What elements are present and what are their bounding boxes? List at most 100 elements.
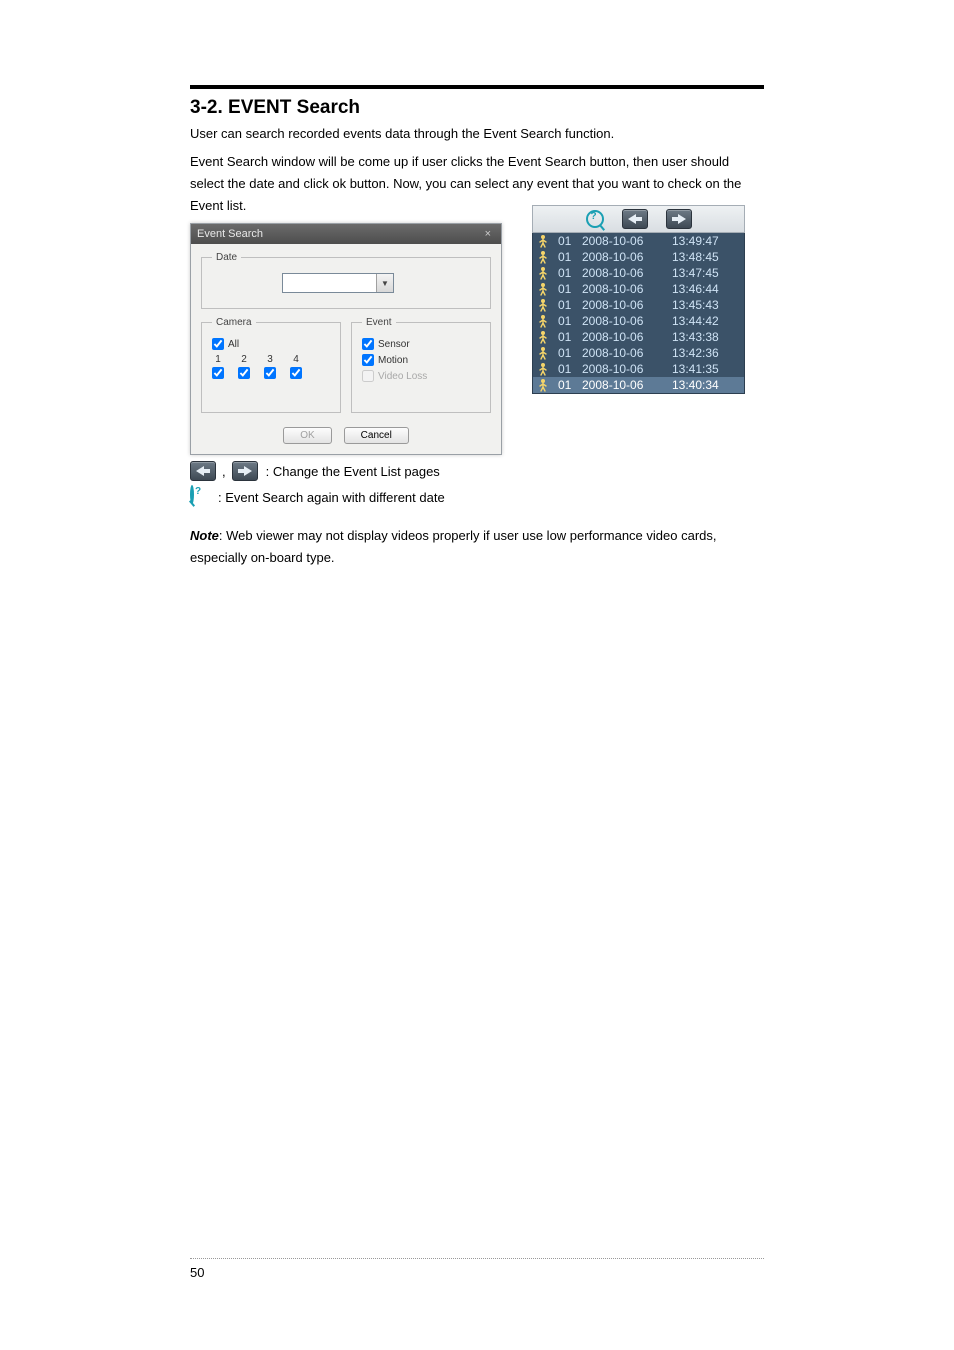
search-again-icon: ? <box>190 487 210 507</box>
event-date: 2008-10-06 <box>582 346 666 360</box>
event-date: 2008-10-06 <box>582 298 666 312</box>
date-legend: Date <box>212 252 241 263</box>
motion-icon <box>538 346 552 360</box>
ok-button[interactable]: OK <box>283 427 331 444</box>
cancel-button[interactable]: Cancel <box>344 427 409 444</box>
event-channel: 01 <box>558 346 576 360</box>
camera-channel-number: 1 <box>212 354 224 365</box>
motion-icon <box>538 266 552 280</box>
prev-page-icon[interactable] <box>622 209 648 229</box>
camera-all-label: All <box>228 339 239 350</box>
event-date: 2008-10-06 <box>582 314 666 328</box>
camera-channel-checkbox[interactable] <box>212 367 224 379</box>
event-channel: 01 <box>558 282 576 296</box>
event-date: 2008-10-06 <box>582 282 666 296</box>
camera-legend: Camera <box>212 317 256 328</box>
event-list-header: ? <box>532 205 745 233</box>
event-list-row[interactable]: 01 2008-10-06 13:40:34 <box>533 377 744 393</box>
camera-channel-checkbox[interactable] <box>290 367 302 379</box>
event-channel: 01 <box>558 298 576 312</box>
event-list-row[interactable]: 01 2008-10-06 13:43:38 <box>533 329 744 345</box>
motion-checkbox[interactable] <box>362 354 374 366</box>
event-channel: 01 <box>558 250 576 264</box>
note-label: Note <box>190 528 219 543</box>
event-list-row[interactable]: 01 2008-10-06 13:42:36 <box>533 345 744 361</box>
camera-channel: 3 <box>264 354 276 382</box>
page-footer: 50 <box>190 1258 764 1280</box>
intro-paragraph-1: User can search recorded events data thr… <box>190 123 764 145</box>
event-time: 13:40:34 <box>672 378 732 392</box>
event-list-row[interactable]: 01 2008-10-06 13:45:43 <box>533 297 744 313</box>
motion-icon <box>538 282 552 296</box>
event-time: 13:46:44 <box>672 282 732 296</box>
motion-icon <box>538 298 552 312</box>
event-legend: Event <box>362 317 396 328</box>
event-channel: 01 <box>558 362 576 376</box>
event-time: 13:45:43 <box>672 298 732 312</box>
legend-search: ? : Event Search again with different da… <box>190 487 764 507</box>
legend-arrows: , : Change the Event List pages <box>190 461 764 481</box>
date-fieldset: Date ▼ <box>201 252 491 309</box>
event-channel: 01 <box>558 378 576 392</box>
date-dropdown[interactable]: ▼ <box>282 273 394 293</box>
motion-icon <box>538 250 552 264</box>
section-title: 3-2. EVENT Search <box>190 97 764 119</box>
motion-label: Motion <box>378 355 408 366</box>
camera-channel-checkbox[interactable] <box>264 367 276 379</box>
event-list-row[interactable]: 01 2008-10-06 13:47:45 <box>533 265 744 281</box>
event-time: 13:41:35 <box>672 362 732 376</box>
camera-channel: 4 <box>290 354 302 382</box>
dialog-title: Event Search <box>197 228 263 240</box>
event-date: 2008-10-06 <box>582 330 666 344</box>
event-time: 13:49:47 <box>672 234 732 248</box>
event-channel: 01 <box>558 330 576 344</box>
search-again-icon[interactable]: ? <box>586 210 604 228</box>
dialog-titlebar: Event Search × <box>191 224 501 244</box>
event-time: 13:42:36 <box>672 346 732 360</box>
event-channel: 01 <box>558 314 576 328</box>
camera-channel-number: 2 <box>238 354 250 365</box>
camera-channel-checkbox[interactable] <box>238 367 250 379</box>
camera-channel: 2 <box>238 354 250 382</box>
next-page-icon[interactable] <box>666 209 692 229</box>
event-date: 2008-10-06 <box>582 362 666 376</box>
event-fieldset: Event Sensor Motion Video Loss <box>351 317 491 413</box>
event-list-row[interactable]: 012008-10-0613:49:47 <box>533 233 744 249</box>
event-channel: 01 <box>558 234 576 248</box>
note-text: : Web viewer may not display videos prop… <box>190 528 716 565</box>
motion-icon <box>538 378 552 392</box>
camera-all-checkbox[interactable] <box>212 338 224 350</box>
motion-icon <box>538 330 552 344</box>
event-list-body: 012008-10-0613:49:47012008-10-0613:48:45… <box>532 233 745 394</box>
event-search-dialog: Event Search × Date ▼ Camera All <box>190 223 502 455</box>
sensor-label: Sensor <box>378 339 410 350</box>
close-icon[interactable]: × <box>481 228 495 240</box>
event-list-row[interactable]: 01 2008-10-06 13:41:35 <box>533 361 744 377</box>
event-date: 2008-10-06 <box>582 266 666 280</box>
videoloss-checkbox <box>362 370 374 382</box>
event-time: 13:48:45 <box>672 250 732 264</box>
event-list-panel: ? 012008-10-0613:49:47012008-10-0613:48:… <box>532 205 745 394</box>
event-time: 13:47:45 <box>672 266 732 280</box>
sensor-checkbox[interactable] <box>362 338 374 350</box>
motion-icon <box>538 362 552 376</box>
prev-page-icon <box>190 461 216 481</box>
motion-icon <box>538 234 552 248</box>
camera-channel-number: 4 <box>290 354 302 365</box>
note-paragraph: Note: Web viewer may not display videos … <box>190 525 764 569</box>
event-date: 2008-10-06 <box>582 250 666 264</box>
event-list-row[interactable]: 01 2008-10-06 13:46:44 <box>533 281 744 297</box>
motion-icon <box>538 314 552 328</box>
chevron-down-icon: ▼ <box>376 274 393 292</box>
event-date: 2008-10-06 <box>582 378 666 392</box>
event-channel: 01 <box>558 266 576 280</box>
videoloss-label: Video Loss <box>378 371 427 382</box>
event-list-row[interactable]: 01 2008-10-06 13:48:45 <box>533 249 744 265</box>
legend-arrows-text: : Change the Event List pages <box>266 464 440 479</box>
legend-search-text: : Event Search again with different date <box>218 490 445 505</box>
camera-channel: 1 <box>212 354 224 382</box>
next-page-icon <box>232 461 258 481</box>
event-time: 13:44:42 <box>672 314 732 328</box>
event-list-row[interactable]: 01 2008-10-06 13:44:42 <box>533 313 744 329</box>
event-time: 13:43:38 <box>672 330 732 344</box>
